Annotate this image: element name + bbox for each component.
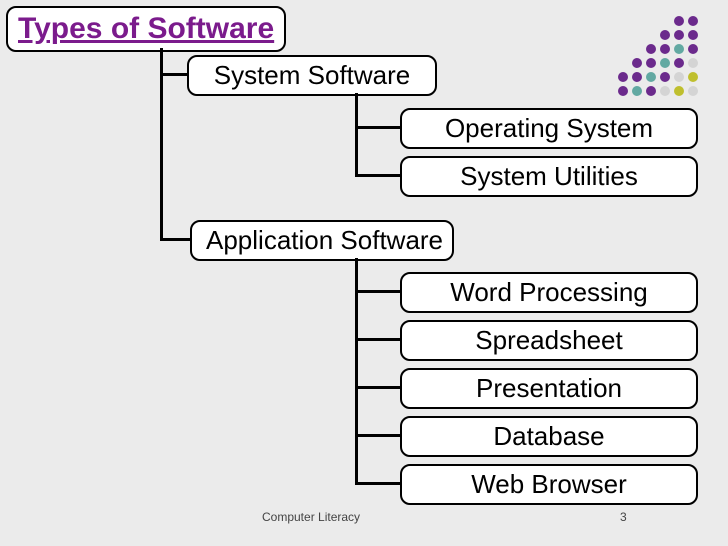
connector-line: [355, 126, 401, 129]
decorative-dot-grid: [618, 16, 700, 98]
node-application-software: Application Software: [190, 220, 454, 261]
connector-line: [355, 482, 401, 485]
node-system-software: System Software: [187, 55, 437, 96]
node-spreadsheet: Spreadsheet: [400, 320, 698, 361]
connector-line: [355, 93, 358, 175]
connector-line: [355, 434, 401, 437]
node-web-browser: Web Browser: [400, 464, 698, 505]
connector-line: [160, 73, 188, 76]
node-operating-system: Operating System: [400, 108, 698, 149]
connector-line: [160, 238, 190, 241]
footer-page-number: 3: [620, 510, 627, 524]
connector-line: [355, 174, 401, 177]
connector-line: [355, 290, 401, 293]
connector-line: [355, 386, 401, 389]
connector-line: [160, 48, 163, 238]
node-word-processing: Word Processing: [400, 272, 698, 313]
node-system-utilities: System Utilities: [400, 156, 698, 197]
root-node: Types of Software: [6, 6, 286, 52]
footer-title: Computer Literacy: [262, 510, 360, 524]
connector-line: [355, 338, 401, 341]
node-presentation: Presentation: [400, 368, 698, 409]
node-database: Database: [400, 416, 698, 457]
